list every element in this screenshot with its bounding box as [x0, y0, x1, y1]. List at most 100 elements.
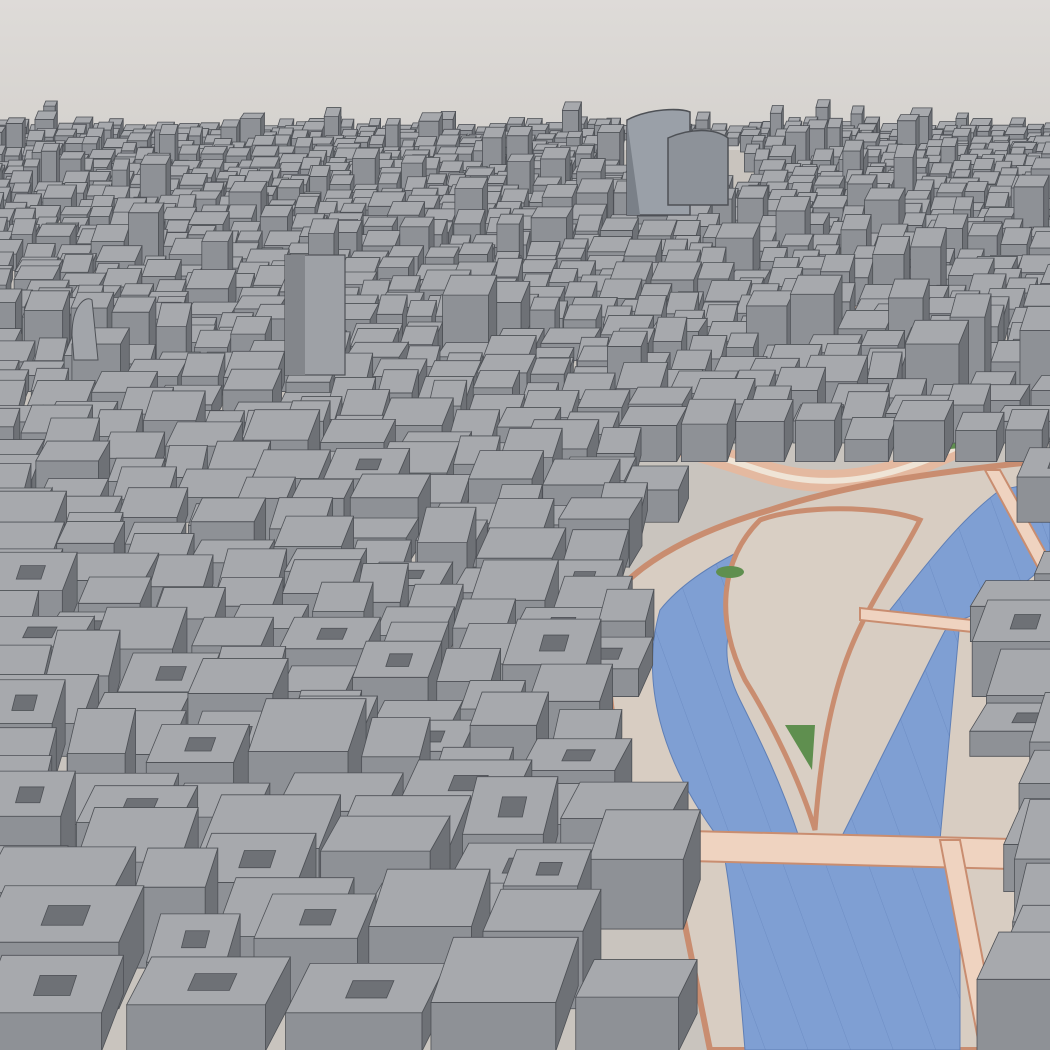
building-roof: [35, 440, 111, 462]
building-roof: [10, 218, 37, 236]
building-roof: [555, 247, 587, 259]
building: [794, 402, 843, 463]
building-roof: [499, 188, 529, 204]
building-roof: [349, 473, 432, 499]
building-roof: [277, 162, 303, 172]
building-roof: [826, 117, 843, 129]
building-roof: [637, 219, 678, 237]
building-roof: [43, 100, 58, 107]
building-roof: [739, 128, 762, 136]
building-roof: [955, 112, 970, 119]
building-roof: [565, 130, 584, 138]
building-roof: [424, 246, 460, 258]
building-roof: [725, 332, 759, 348]
building-roof: [339, 202, 367, 213]
building-roof: [813, 175, 846, 186]
building-roof: [561, 101, 583, 111]
building-roof: [376, 294, 408, 315]
building-roof: [319, 418, 397, 443]
building-roof: [530, 357, 571, 375]
building-roof: [925, 146, 943, 156]
building-roof: [763, 135, 786, 147]
building-roof: [598, 588, 655, 622]
building-roof: [1004, 126, 1029, 135]
building-roof: [967, 222, 1004, 237]
building-roof: [1001, 218, 1024, 229]
building-roof: [164, 219, 191, 233]
building-roof: [200, 146, 228, 155]
building-roof: [819, 254, 856, 273]
building-roof: [672, 220, 701, 236]
building-roof: [539, 146, 571, 160]
building-courtyard: [497, 796, 528, 818]
building-courtyard: [1009, 614, 1042, 630]
building-roof: [361, 717, 431, 758]
building-roof: [867, 351, 903, 379]
building: [735, 399, 794, 463]
building-roof: [983, 207, 1018, 218]
building-roof: [596, 427, 642, 454]
building-roof: [26, 129, 46, 142]
building-roof: [294, 195, 320, 208]
building-roof: [45, 629, 121, 677]
building-roof: [840, 214, 872, 231]
building-roof: [139, 154, 172, 165]
building-roof: [947, 257, 995, 276]
building-roof: [399, 325, 439, 345]
building-roof: [496, 213, 524, 225]
building-roof: [454, 176, 489, 189]
building-roof: [100, 431, 166, 459]
building-roof: [290, 478, 355, 499]
building-roof: [368, 135, 386, 145]
building-roof: [486, 174, 508, 184]
building-roof: [506, 126, 533, 137]
building-roof: [34, 337, 68, 362]
building-roof: [436, 647, 502, 682]
building-wall: [735, 420, 785, 463]
building-roof: [3, 147, 23, 157]
building-roof: [59, 206, 93, 216]
building-courtyard: [11, 694, 38, 711]
building-roof: [972, 158, 995, 170]
building-roof: [840, 391, 890, 420]
building-roof: [187, 658, 289, 694]
building-roof: [126, 132, 152, 142]
building-roof: [850, 105, 865, 115]
building-roof: [901, 212, 927, 226]
building-roof: [312, 581, 374, 612]
city-scene: [0, 0, 1050, 1050]
building-roof: [558, 497, 643, 520]
building-roof: [475, 527, 567, 559]
building-roof: [695, 111, 711, 121]
building-roof: [532, 176, 562, 186]
building-roof: [339, 389, 391, 416]
building-roof: [307, 218, 340, 234]
building-roof: [88, 206, 114, 217]
building-roof: [932, 213, 969, 229]
building-roof: [1009, 117, 1026, 125]
building-roof: [329, 174, 355, 185]
building-roof: [745, 290, 795, 307]
building-wall: [795, 419, 836, 463]
building-roof: [888, 278, 930, 299]
building-roof: [426, 173, 448, 184]
building-roof: [955, 411, 1005, 431]
building-roof: [66, 708, 137, 754]
building: [680, 398, 736, 463]
building-roof: [249, 156, 280, 168]
building-roof: [1016, 254, 1050, 274]
building-roof: [670, 349, 713, 371]
building-roof: [586, 236, 633, 253]
building-roof: [598, 278, 643, 299]
building-roof: [780, 233, 814, 247]
building-roof: [273, 515, 355, 547]
building-roof: [377, 256, 415, 268]
building-roof: [725, 131, 741, 139]
building-roof: [228, 181, 268, 193]
building-roof: [276, 179, 305, 189]
building-roof: [54, 128, 78, 137]
building-roof: [158, 124, 179, 135]
building-roof: [81, 136, 100, 145]
building-roof: [11, 182, 32, 193]
building-roof: [623, 238, 663, 257]
